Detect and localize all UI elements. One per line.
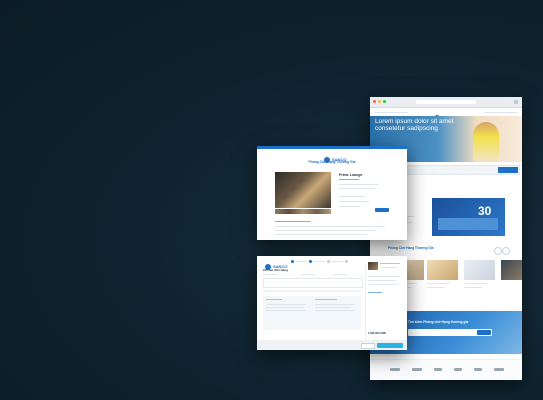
lounge-card-image[interactable] xyxy=(427,260,458,280)
lounge-info-row xyxy=(339,196,365,197)
order-total: 1.000.000 VND xyxy=(368,332,386,335)
promo-code-link[interactable] xyxy=(368,292,382,293)
maximize-icon[interactable] xyxy=(383,100,386,103)
search-banner-title: Tìm kiếm Phòng chờ Hạng thương gia xyxy=(408,320,469,324)
lounge-detail-window: SANCO Phòng Chờ Hạng Thương Gia Prime Lo… xyxy=(257,146,407,240)
address-bar[interactable] xyxy=(416,100,476,104)
order-panel: 1.000.000 VND xyxy=(365,262,404,340)
order-field-label xyxy=(263,274,277,275)
back-button[interactable] xyxy=(361,343,375,349)
partner-logo xyxy=(412,368,422,371)
order-thumbnail xyxy=(368,262,378,270)
browser-chrome xyxy=(370,97,522,108)
order-section-heading: Chi tiết đơn hàng xyxy=(263,268,288,272)
checkout-stepper xyxy=(291,260,357,263)
lounge-card-image[interactable] xyxy=(464,260,495,280)
order-field-label xyxy=(333,274,347,275)
promo-banner[interactable]: 30 xyxy=(432,198,505,236)
lounge-main-photo xyxy=(275,172,331,208)
book-button[interactable] xyxy=(375,208,389,212)
lounge-info-row xyxy=(339,184,379,185)
partner-logo xyxy=(454,368,462,371)
order-summary-row xyxy=(263,278,363,288)
lounge-card-meta xyxy=(427,287,445,288)
slider-prev-icon[interactable] xyxy=(494,247,502,255)
page-title: Phòng Chờ Hạng Thương Gia xyxy=(308,160,356,164)
checkout-footer xyxy=(257,340,407,350)
promo-image xyxy=(438,218,498,230)
lounge-info-row xyxy=(339,206,361,207)
lounge-card-image[interactable] xyxy=(501,260,522,280)
nav-links[interactable] xyxy=(374,112,408,113)
lounge-info-row xyxy=(339,188,375,189)
banner-search-button[interactable] xyxy=(477,330,491,335)
partner-logos xyxy=(370,359,522,380)
promo-number: 30 xyxy=(478,204,492,218)
lounge-photo-thumbnails[interactable] xyxy=(275,209,331,214)
detail-tabs[interactable] xyxy=(275,221,311,222)
partner-logo xyxy=(474,368,482,371)
slider-next-icon[interactable] xyxy=(502,247,510,255)
minimize-icon[interactable] xyxy=(378,100,381,103)
banner-search-form[interactable] xyxy=(408,329,492,336)
lounge-card-title xyxy=(464,283,488,284)
nav-actions[interactable] xyxy=(484,112,518,113)
passenger-form[interactable] xyxy=(263,296,361,330)
divider xyxy=(263,290,361,292)
top-strip xyxy=(257,146,407,149)
partner-logo xyxy=(390,368,400,371)
lounge-card-meta xyxy=(464,287,482,288)
search-button[interactable] xyxy=(498,167,518,173)
partner-logo xyxy=(494,368,504,371)
checkout-window: SANCO Chi tiết đơn hàng 1.000.000 VND xyxy=(257,256,407,350)
lounge-name: Prime Lounge xyxy=(339,173,363,177)
close-icon[interactable] xyxy=(373,100,376,103)
description-line xyxy=(275,234,367,235)
order-field-label xyxy=(301,274,315,275)
lounge-location xyxy=(339,179,359,180)
hero-photo xyxy=(473,122,499,162)
lounge-info-row xyxy=(339,201,369,202)
description-line xyxy=(275,226,385,227)
continue-button[interactable] xyxy=(377,343,403,348)
desktop-background: { "main_site": { "brand": "SANCO", "hero… xyxy=(0,0,543,400)
section-title: Phòng Chờ Hạng Thương Gia xyxy=(388,246,434,250)
menu-icon[interactable] xyxy=(514,100,518,104)
lounge-card-title xyxy=(427,283,451,284)
description-line xyxy=(275,230,375,231)
partner-logo xyxy=(434,368,442,371)
hero-heading: Lorem ipsum dolor sit amet consetetur sa… xyxy=(375,118,454,132)
